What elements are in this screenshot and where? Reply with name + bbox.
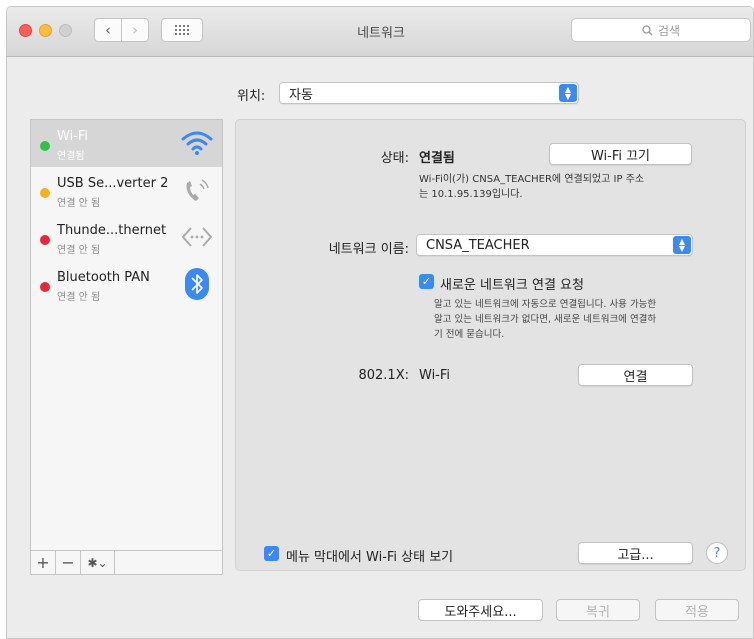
wifi-icon: [180, 127, 214, 159]
title-bar: ‹ › 네트워크 검색: [7, 7, 753, 57]
dot1x-value: Wi-Fi: [419, 368, 451, 383]
ask-join-description: 알고 있는 네트워크에 자동으로 연결됩니다. 사용 가능한 알고 있는 네트워…: [434, 297, 714, 342]
search-field[interactable]: 검색: [571, 18, 751, 42]
service-item-thunderbolt-ethernet[interactable]: Thunde...thernet 연결 안 됨: [31, 214, 222, 261]
network-name-label: 네트워크 이름:: [328, 242, 409, 257]
service-list: Wi-Fi 연결됨 USB Se...verter 2 연결 안 됨 Thund…: [30, 119, 223, 575]
add-service-button[interactable]: +: [31, 551, 56, 574]
location-label: 위치:: [237, 89, 266, 104]
gear-menu-button[interactable]: ✱⌄: [81, 551, 115, 574]
service-list-controls: + − ✱⌄: [31, 550, 222, 574]
checkmark-icon: ✓: [266, 547, 277, 560]
service-status: 연결 안 됨: [57, 245, 101, 256]
detail-panel: 상태: 연결됨 Wi-Fi 끄기 Wi-Fi이(가) CNSA_TEACHER에…: [235, 119, 746, 571]
help-button[interactable]: ?: [706, 542, 728, 564]
apply-button[interactable]: 적용: [655, 599, 739, 621]
phone-icon: [180, 174, 214, 206]
network-name-popup[interactable]: CNSA_TEACHER ▲ ▼: [416, 234, 693, 256]
show-in-menu-label: 메뉴 막대에서 Wi-Fi 상태 보기: [286, 550, 454, 565]
updown-arrows-icon: ▲ ▼: [559, 84, 577, 102]
status-value: 연결됨: [419, 151, 455, 166]
ask-join-description-line: 알고 있는 네트워크가 없다면, 새로운 네트워크에 연결하: [434, 314, 657, 325]
location-value: 자동: [289, 87, 313, 103]
location-popup[interactable]: 자동 ▲ ▼: [279, 82, 579, 104]
status-dot: [40, 235, 50, 245]
ask-join-label: 새로운 네트워크 연결 요청: [440, 278, 584, 293]
search-placeholder: 검색: [657, 23, 681, 38]
network-window: ‹ › 네트워크 검색 위치: 자동 ▲ ▼ Wi-Fi 연결됨 USB Se.…: [6, 6, 754, 639]
status-dot: [40, 282, 50, 292]
service-name: USB Se...verter 2: [57, 176, 169, 191]
status-description: Wi-Fi이(가) CNSA_TEACHER에 연결되었고 IP 주소 는 10…: [419, 172, 719, 202]
status-dot: [40, 188, 50, 198]
assist-me-button[interactable]: 도와주세요...: [418, 599, 543, 621]
dot1x-label: 802.1X:: [358, 368, 409, 383]
network-name-value: CNSA_TEACHER: [426, 237, 530, 253]
checkmark-icon: ✓: [421, 275, 432, 288]
help-icon: ?: [713, 545, 721, 561]
service-name: Wi-Fi: [57, 129, 89, 144]
ask-join-checkbox[interactable]: ✓: [419, 274, 434, 289]
ethernet-icon: [180, 221, 214, 253]
remove-service-button[interactable]: −: [56, 551, 81, 574]
service-item-usb-serial[interactable]: USB Se...verter 2 연결 안 됨: [31, 167, 222, 214]
show-in-menu-checkbox[interactable]: ✓: [264, 546, 279, 561]
service-status: 연결 안 됨: [57, 292, 101, 303]
service-item-bluetooth-pan[interactable]: Bluetooth PAN 연결 안 됨: [31, 261, 222, 308]
ask-join-description-line: 알고 있는 네트워크에 자동으로 연결됩니다. 사용 가능한: [434, 299, 657, 310]
service-item-wifi[interactable]: Wi-Fi 연결됨: [31, 120, 222, 167]
ask-join-description-line: 기 전에 묻습니다.: [434, 329, 505, 340]
revert-button[interactable]: 복귀: [556, 599, 640, 621]
service-name: Thunde...thernet: [57, 223, 167, 238]
status-label: 상태:: [380, 151, 409, 166]
status-description-line: Wi-Fi이(가) CNSA_TEACHER에 연결되었고 IP 주소: [419, 174, 645, 185]
service-status: 연결됨: [57, 151, 85, 162]
service-status: 연결 안 됨: [57, 198, 101, 209]
connect-button[interactable]: 연결: [578, 364, 693, 386]
service-name: Bluetooth PAN: [57, 270, 150, 285]
updown-arrows-icon: ▲ ▼: [673, 236, 691, 254]
search-icon: [642, 24, 653, 35]
status-dot: [40, 141, 50, 151]
gear-icon: ✱⌄: [87, 555, 108, 570]
wifi-off-button[interactable]: Wi-Fi 끄기: [549, 143, 692, 165]
bluetooth-icon: [180, 268, 214, 300]
status-description-line: 는 10.1.95.139입니다.: [419, 189, 523, 200]
advanced-button[interactable]: 고급...: [578, 542, 693, 564]
